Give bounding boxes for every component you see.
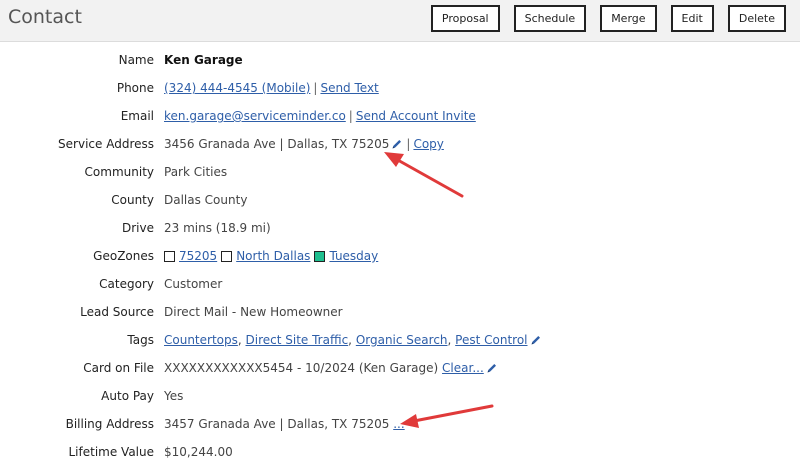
drive-label: Drive [122, 221, 154, 235]
category-label: Category [99, 277, 154, 291]
proposal-button[interactable]: Proposal [430, 5, 500, 32]
billing-address: 3457 Granada Ave | Dallas, TX 75205 [164, 417, 390, 431]
separator: | [348, 109, 353, 123]
clear-card-link[interactable]: Clear... [442, 361, 484, 375]
edit-button[interactable]: Edit [670, 5, 714, 32]
row-geozones: GeoZones 75205 North Dallas Tuesday [0, 242, 800, 270]
row-community: Community Park Cities [0, 158, 800, 186]
merge-button[interactable]: Merge [600, 5, 657, 32]
copy-address-link[interactable]: Copy [413, 137, 443, 151]
geozone-link[interactable]: 75205 [179, 249, 217, 263]
lifetime-value-label: Lifetime Value [68, 445, 154, 459]
row-county: County Dallas County [0, 186, 800, 214]
schedule-button[interactable]: Schedule [513, 5, 587, 32]
tag-comma: , [348, 333, 356, 347]
community-label: Community [84, 165, 154, 179]
contact-details: Name Ken Garage Phone (324) 444-4545 (Mo… [0, 46, 800, 466]
county-label: County [111, 193, 154, 207]
billing-more-link[interactable]: ... [393, 417, 404, 431]
geozone-swatch [164, 250, 175, 262]
geozone-item: Tuesday [314, 249, 378, 263]
geozone-item: North Dallas [221, 249, 310, 263]
edit-pencil-icon[interactable] [391, 138, 403, 150]
tag-link[interactable]: Direct Site Traffic [246, 333, 349, 347]
lifetime-value: $10,244.00 [164, 445, 233, 459]
row-tags: Tags Countertops, Direct Site Traffic, O… [0, 326, 800, 354]
row-phone: Phone (324) 444-4545 (Mobile) | Send Tex… [0, 74, 800, 102]
geozone-link[interactable]: North Dallas [236, 249, 310, 263]
email-label: Email [120, 109, 154, 123]
category-value: Customer [164, 277, 223, 291]
contact-name: Ken Garage [164, 53, 243, 67]
row-billing-address: Billing Address 3457 Granada Ave | Dalla… [0, 410, 800, 438]
billing-address-label: Billing Address [65, 417, 154, 431]
edit-card-pencil-icon[interactable] [486, 362, 498, 374]
geozone-item: 75205 [164, 249, 217, 263]
row-drive: Drive 23 mins (18.9 mi) [0, 214, 800, 242]
row-auto-pay: Auto Pay Yes [0, 382, 800, 410]
service-address: 3456 Granada Ave | Dallas, TX 75205 [164, 137, 390, 151]
tag-link[interactable]: Pest Control [455, 333, 527, 347]
drive-value: 23 mins (18.9 mi) [164, 221, 271, 235]
geozone-swatch [314, 250, 326, 262]
edit-tags-pencil-icon[interactable] [530, 334, 542, 346]
auto-pay-label: Auto Pay [101, 389, 154, 403]
row-category: Category Customer [0, 270, 800, 298]
name-label: Name [118, 53, 154, 67]
auto-pay-value: Yes [164, 389, 184, 403]
email-link[interactable]: ken.garage@serviceminder.co [164, 109, 346, 123]
tag-comma: , [237, 333, 246, 347]
lead-source-label: Lead Source [80, 305, 154, 319]
send-account-invite-link[interactable]: Send Account Invite [356, 109, 476, 123]
delete-button[interactable]: Delete [727, 5, 786, 32]
tags-label: Tags [127, 333, 154, 347]
row-email: Email ken.garage@serviceminder.co | Send… [0, 102, 800, 130]
phone-link[interactable]: (324) 444-4545 (Mobile) [164, 81, 310, 95]
separator: | [406, 137, 411, 151]
page-title: Contact [8, 6, 82, 28]
phone-label: Phone [116, 81, 154, 95]
tag-link[interactable]: Organic Search [356, 333, 448, 347]
separator: | [313, 81, 318, 95]
community-value: Park Cities [164, 165, 228, 179]
card-on-file-label: Card on File [83, 361, 154, 375]
geozones-label: GeoZones [93, 249, 154, 263]
row-lifetime-value: Lifetime Value $10,244.00 [0, 438, 800, 466]
tag-comma: , [447, 333, 456, 347]
card-on-file-value: XXXXXXXXXXXX5454 - 10/2024 (Ken Garage) [164, 361, 439, 375]
send-text-link[interactable]: Send Text [320, 81, 378, 95]
page-header: Contact Proposal Schedule Merge Edit Del… [0, 0, 800, 42]
toolbar: Proposal Schedule Merge Edit Delete [430, 5, 786, 32]
geozone-link[interactable]: Tuesday [329, 249, 378, 263]
geozone-swatch [221, 250, 233, 262]
county-value: Dallas County [164, 193, 248, 207]
row-name: Name Ken Garage [0, 46, 800, 74]
lead-source-value: Direct Mail - New Homeowner [164, 305, 343, 319]
service-address-label: Service Address [58, 137, 154, 151]
tag-link[interactable]: Countertops [164, 333, 238, 347]
row-service-address: Service Address 3456 Granada Ave | Dalla… [0, 130, 800, 158]
row-card-on-file: Card on File XXXXXXXXXXXX5454 - 10/2024 … [0, 354, 800, 382]
row-lead-source: Lead Source Direct Mail - New Homeowner [0, 298, 800, 326]
